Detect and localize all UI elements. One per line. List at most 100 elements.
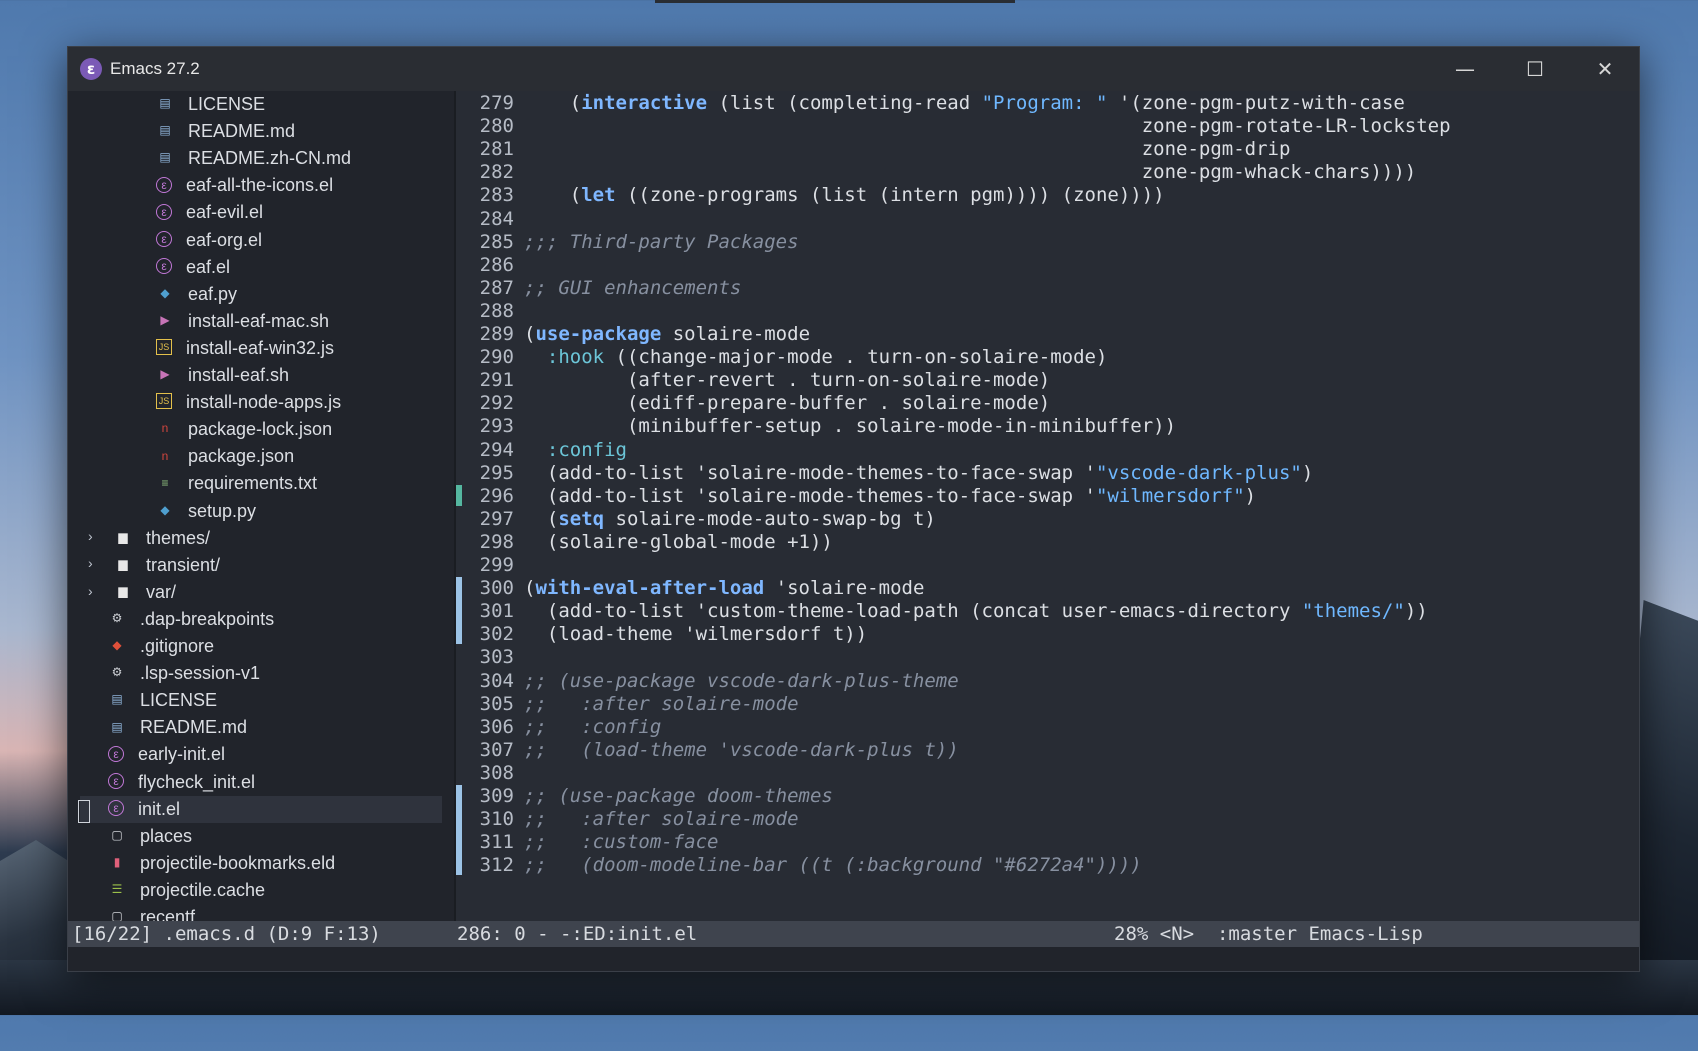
code-line[interactable]: 294 :config <box>456 438 627 463</box>
code-line[interactable]: 288 <box>456 299 524 324</box>
close-button[interactable]: ✕ <box>1570 47 1640 91</box>
maximize-button[interactable]: ☐ <box>1500 47 1570 91</box>
tree-file[interactable]: ≡ requirements.txt <box>68 470 454 497</box>
code-line[interactable]: 280 zone-pgm-rotate-LR-lockstep <box>456 114 1451 139</box>
code-line[interactable]: 300 (with-eval-after-load 'solaire-mode <box>456 576 925 601</box>
code-line[interactable]: 282 zone-pgm-whack-chars)))) <box>456 160 1417 185</box>
tree-file[interactable]: ▤ README.zh-CN.md <box>68 145 454 172</box>
code-line[interactable]: 287 ;; GUI enhancements <box>456 276 742 301</box>
tree-file[interactable]: ▤ README.md <box>68 714 454 741</box>
line-number: 309 <box>479 785 514 807</box>
line-number: 291 <box>479 369 514 392</box>
code-text: solaire-mode-auto-swap-bg t) <box>604 507 936 530</box>
tree-item-label: .dap-breakpoints <box>140 608 275 629</box>
code-line[interactable]: 298 (solaire-global-mode +1)) <box>456 530 833 555</box>
code-line[interactable]: 289 (use-package solaire-mode <box>456 322 810 347</box>
chevron-right-icon[interactable]: › <box>88 550 104 577</box>
tree-file[interactable]: ◆ setup.py <box>68 498 454 525</box>
tree-folder[interactable]: › ▆ transient/ <box>68 552 454 579</box>
code-line[interactable]: 296 (add-to-list 'solaire-mode-themes-to… <box>456 484 1256 509</box>
code-line[interactable]: 297 (setq solaire-mode-auto-swap-bg t) <box>456 507 936 532</box>
code-comment: ;; (use-package vscode-dark-plus-theme <box>524 669 959 692</box>
code-string: "themes/" <box>1301 600 1405 623</box>
code-line[interactable]: 279 (interactive (list (completing-read … <box>456 91 1405 116</box>
code-line[interactable]: 312 ;; (doom-modeline-bar ((t (:backgroun… <box>456 853 1142 878</box>
code-line[interactable]: 306 ;; :config <box>456 715 662 740</box>
tree-file[interactable]: n package.json <box>68 443 454 470</box>
chevron-right-icon[interactable]: › <box>88 523 104 550</box>
tree-file[interactable]: ▶ install-eaf-mac.sh <box>68 308 454 335</box>
line-number: 295 <box>479 461 514 484</box>
echo-area[interactable] <box>68 947 1639 971</box>
code-line[interactable]: 284 <box>456 207 524 232</box>
code-line[interactable]: 283 (let ((zone-programs (list (intern p… <box>456 183 1165 208</box>
tree-file[interactable]: ▢ places <box>68 823 454 850</box>
line-number: 288 <box>479 299 514 322</box>
tree-file[interactable]: ε early-init.el <box>68 741 454 768</box>
code-text: (load-theme 'wilmersdorf t)) <box>524 623 868 646</box>
code-line[interactable]: 291 (after-revert . turn-on-solaire-mode… <box>456 368 1051 393</box>
tree-item-label: .lsp-session-v1 <box>140 663 261 684</box>
tree-file[interactable]: JS install-node-apps.js <box>68 389 454 416</box>
tree-file[interactable]: ε eaf-org.el <box>68 227 454 254</box>
code-text: zone-pgm-whack-chars)))) <box>524 161 1417 184</box>
code-editor[interactable]: 279 (interactive (list (completing-read … <box>456 91 1639 965</box>
tree-file[interactable]: ε flycheck_init.el <box>68 769 454 796</box>
tree-folder[interactable]: › ▆ themes/ <box>68 525 454 552</box>
tree-file[interactable]: n package-lock.json <box>68 416 454 443</box>
code-line[interactable]: 310 ;; :after solaire-mode <box>456 807 799 832</box>
tree-file[interactable]: ε eaf-evil.el <box>68 199 454 226</box>
code-line[interactable]: 290 :hook ((change-major-mode . turn-on-… <box>456 345 1108 370</box>
code-keyword: with-eval-after-load <box>535 577 765 600</box>
chevron-right-icon[interactable]: › <box>88 578 104 605</box>
minimize-button[interactable]: — <box>1430 47 1500 91</box>
title-bar[interactable]: ε Emacs 27.2 — ☐ ✕ <box>68 47 1639 91</box>
code-line[interactable]: 308 <box>456 761 524 786</box>
code-text: solaire-mode <box>661 323 811 345</box>
gear-icon: ⚙ <box>111 611 123 626</box>
tree-item-label: themes/ <box>146 527 211 548</box>
code-line[interactable]: 304 ;; (use-package vscode-dark-plus-them… <box>456 669 959 694</box>
code-text: (add-to-list 'custom-theme-load-path (co… <box>524 600 1302 623</box>
tree-item-label: flycheck_init.el <box>138 771 256 792</box>
file-tree-sidebar[interactable]: ▤ LICENSE ▤ README.md ▤ README.zh-CN.md ε eaf-a… <box>68 91 454 965</box>
tree-file[interactable]: ▮ projectile-bookmarks.eld <box>68 850 454 877</box>
code-line[interactable]: 293 (minibuffer-setup . solaire-mode-in-… <box>456 414 1176 439</box>
tree-file[interactable]: ⚙ .dap-breakpoints <box>68 606 454 633</box>
emacs-icon: ε <box>108 772 124 789</box>
code-line[interactable]: 311 ;; :custom-face <box>456 830 719 855</box>
code-line[interactable]: 285 ;;; Third-party Packages <box>456 230 799 255</box>
code-line[interactable]: 307 ;; (load-theme 'vscode-dark-plus t)) <box>456 738 959 763</box>
code-line[interactable]: 299 <box>456 553 524 578</box>
tree-file[interactable]: JS install-eaf-win32.js <box>68 335 454 362</box>
tree-file[interactable]: ε eaf.el <box>68 254 454 281</box>
tree-file[interactable]: ▤ LICENSE <box>68 91 454 118</box>
tree-file[interactable]: ▤ README.md <box>68 118 454 145</box>
code-line[interactable]: 281 zone-pgm-drip <box>456 137 1291 162</box>
tree-file[interactable]: ◆ eaf.py <box>68 281 454 308</box>
code-line[interactable]: 301 (add-to-list 'custom-theme-load-path… <box>456 599 1428 624</box>
code-line[interactable]: 295 (add-to-list 'solaire-mode-themes-to… <box>456 461 1314 486</box>
tree-item-label: places <box>140 825 193 846</box>
tree-file[interactable]: ε init.el <box>78 795 442 823</box>
code-comment: ;;; Third-party Packages <box>524 230 799 253</box>
code-line[interactable]: 302 (load-theme 'wilmersdorf t)) <box>456 622 868 647</box>
tree-file[interactable]: ⚙ .lsp-session-v1 <box>68 660 454 687</box>
line-number: 292 <box>479 392 514 415</box>
tree-folder[interactable]: › ▆ var/ <box>68 579 454 606</box>
code-line[interactable]: 292 (ediff-prepare-buffer . solaire-mode… <box>456 391 1051 416</box>
code-line[interactable]: 303 <box>456 645 524 670</box>
emacs-window[interactable]: ε Emacs 27.2 — ☐ ✕ ▤ LICENSE ▤ README.md ▤ RE… <box>67 46 1640 972</box>
code-line[interactable]: 309 ;; (use-package doom-themes <box>456 784 833 809</box>
line-number: 282 <box>479 161 514 184</box>
tree-file[interactable]: ▶ install-eaf.sh <box>68 362 454 389</box>
code-line[interactable]: 305 ;; :after solaire-mode <box>456 692 799 717</box>
code-text: ((zone-programs (list (intern pgm)))) (z… <box>615 184 1165 207</box>
tree-file[interactable]: ◆ .gitignore <box>68 633 454 660</box>
code-line[interactable]: 286 <box>456 253 524 278</box>
tree-item-label: install-eaf-mac.sh <box>188 310 330 331</box>
tree-file[interactable]: ▤ LICENSE <box>68 687 454 714</box>
tree-item-label: install-eaf-win32.js <box>186 337 335 358</box>
tree-file[interactable]: ☰ projectile.cache <box>68 877 454 904</box>
tree-file[interactable]: ε eaf-all-the-icons.el <box>68 172 454 199</box>
